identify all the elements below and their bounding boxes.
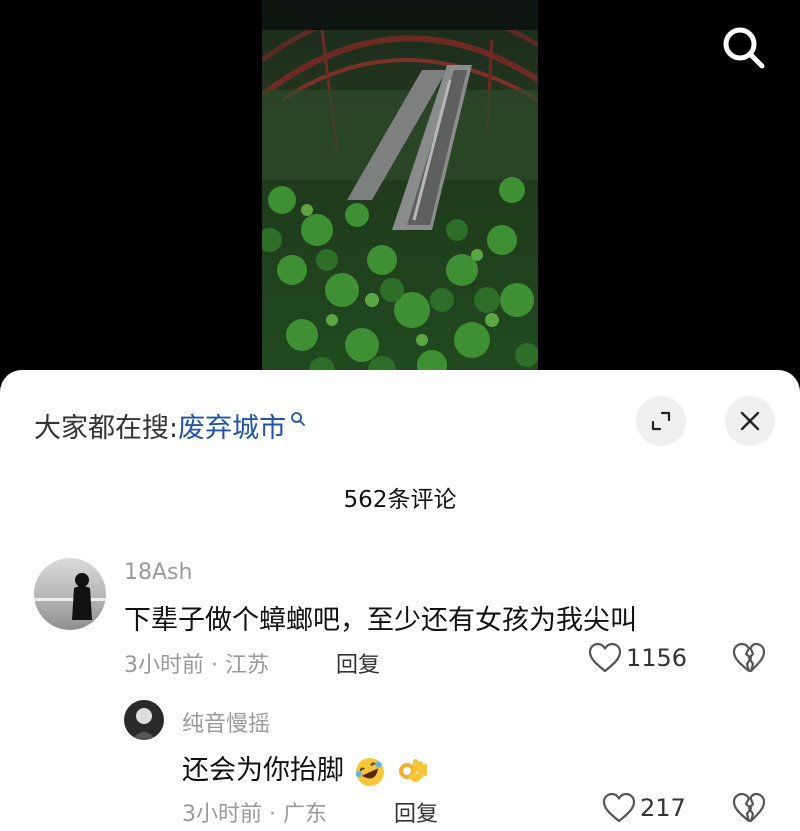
hot-search-keyword[interactable]: 废弃城市 bbox=[178, 406, 286, 445]
ok-hand-emoji bbox=[399, 758, 428, 782]
heart-icon bbox=[602, 792, 636, 823]
search-icon bbox=[723, 27, 765, 69]
like-button[interactable]: 217 bbox=[602, 792, 686, 824]
abandoned-escalator-image bbox=[262, 0, 538, 380]
comment-meta: 3小时前 · 江苏 bbox=[124, 653, 269, 678]
broken-heart-icon bbox=[732, 792, 766, 823]
expand-icon bbox=[651, 411, 671, 431]
search-button[interactable] bbox=[716, 20, 772, 76]
dislike-button[interactable] bbox=[732, 642, 766, 678]
reply-meta: 3小时前 · 广东 bbox=[182, 802, 327, 827]
heart-icon bbox=[588, 642, 622, 673]
close-icon bbox=[740, 411, 760, 431]
reply-button[interactable]: 回复 bbox=[394, 796, 438, 828]
rofl-emoji bbox=[355, 757, 384, 786]
close-button[interactable] bbox=[725, 396, 775, 446]
comment-count: 562条评论 bbox=[343, 487, 457, 513]
magnifier-icon bbox=[291, 411, 306, 426]
reply-text: 还会为你抬脚 bbox=[182, 755, 344, 786]
dislike-button[interactable] bbox=[732, 792, 766, 828]
comment-sheet: 大家都在搜: 废弃城市 562条评论 18Ash 下辈子做个蟑螂吧，至少还有女孩… bbox=[0, 370, 800, 831]
like-count: 1156 bbox=[626, 644, 688, 672]
hot-search-prefix: 大家都在搜: bbox=[34, 413, 179, 444]
avatar[interactable] bbox=[34, 558, 106, 630]
broken-heart-icon bbox=[732, 642, 766, 673]
reply-button[interactable]: 回复 bbox=[336, 647, 380, 679]
avatar[interactable] bbox=[124, 700, 164, 740]
reply-text-row: 还会为你抬脚 bbox=[182, 748, 429, 789]
comment-text: 下辈子做个蟑螂吧，至少还有女孩为我尖叫 bbox=[124, 605, 637, 636]
like-count: 217 bbox=[640, 794, 686, 822]
like-button[interactable]: 1156 bbox=[588, 642, 687, 674]
expand-button[interactable] bbox=[636, 396, 686, 446]
hot-search-bar[interactable]: 大家都在搜: 废弃城市 bbox=[34, 406, 306, 445]
video-area[interactable] bbox=[0, 0, 800, 380]
reply-username[interactable]: 纯音慢摇 bbox=[182, 706, 270, 738]
comment-username[interactable]: 18Ash bbox=[124, 560, 192, 585]
